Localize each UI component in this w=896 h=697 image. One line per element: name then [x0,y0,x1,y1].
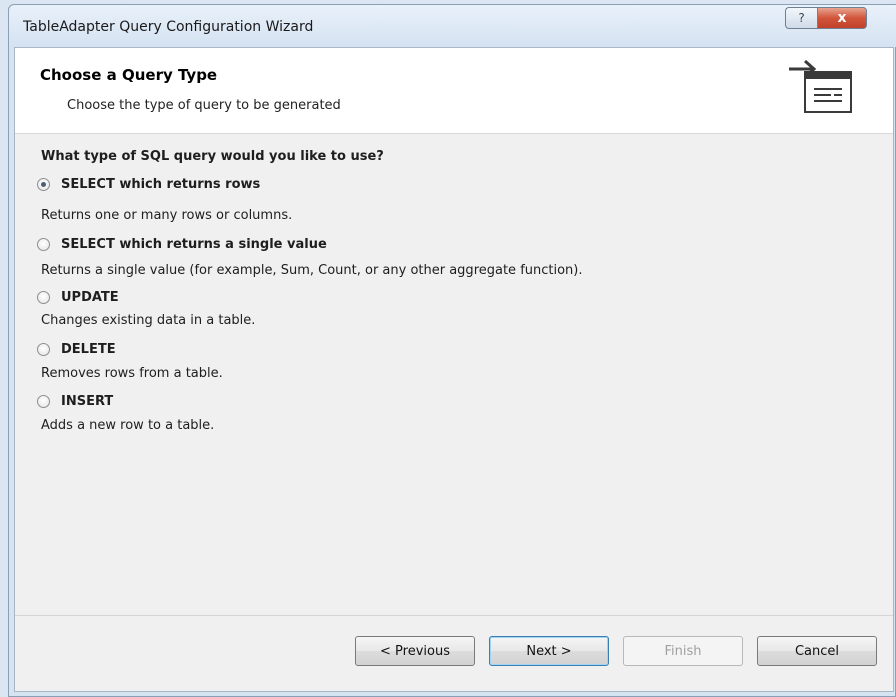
previous-button[interactable]: < Previous [355,636,475,666]
cancel-button[interactable]: Cancel [757,636,877,666]
option-label: DELETE [61,342,116,357]
radio-select-rows[interactable] [37,178,50,191]
option-label: UPDATE [61,290,119,305]
option-description: Returns one or many rows or columns. [41,208,293,223]
footer-divider [15,615,893,616]
help-icon: ? [798,11,805,25]
title-buttons: ? x [785,7,867,29]
option-select-single-value[interactable]: SELECT which returns a single value [37,237,327,252]
radio-select-single-value[interactable] [37,238,50,251]
next-button[interactable]: Next > [489,636,609,666]
title-bar[interactable]: TableAdapter Query Configuration Wizard … [9,5,896,47]
radio-selected-dot [41,182,46,187]
option-description: Returns a single value (for example, Sum… [41,263,583,278]
option-select-rows[interactable]: SELECT which returns rows [37,177,260,192]
option-update[interactable]: UPDATE [37,290,119,305]
option-label: SELECT which returns rows [61,177,261,192]
page-title: Choose a Query Type [40,66,218,84]
option-label: SELECT which returns a single value [61,237,327,252]
close-button[interactable]: x [817,7,867,29]
close-icon: x [837,10,847,26]
option-description: Removes rows from a table. [41,366,223,381]
option-description: Changes existing data in a table. [41,313,256,328]
wizard-window: TableAdapter Query Configuration Wizard … [8,4,896,697]
window-title: TableAdapter Query Configuration Wizard [23,19,314,35]
option-delete[interactable]: DELETE [37,342,116,357]
wizard-client-area: Choose a Query Type Choose the type of q… [14,47,894,692]
wizard-header: Choose a Query Type Choose the type of q… [15,48,893,134]
option-insert[interactable]: INSERT [37,394,113,409]
wizard-content: What type of SQL query would you like to… [15,135,893,605]
radio-insert[interactable] [37,395,50,408]
help-button[interactable]: ? [785,7,817,29]
option-label: INSERT [61,394,114,409]
radio-delete[interactable] [37,343,50,356]
page-subtitle: Choose the type of query to be generated [67,98,341,113]
finish-button[interactable]: Finish [623,636,743,666]
query-type-question: What type of SQL query would you like to… [41,149,384,164]
wizard-query-icon [789,59,852,113]
option-description: Adds a new row to a table. [41,418,215,433]
radio-update[interactable] [37,291,50,304]
